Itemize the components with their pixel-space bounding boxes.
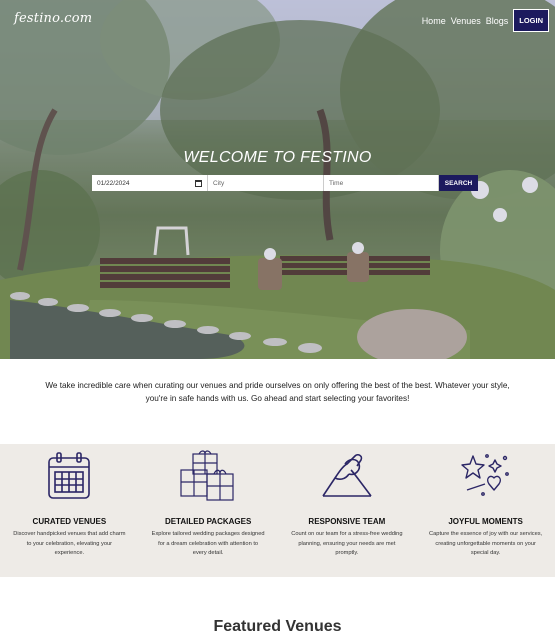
feature-responsive-team: RESPONSIVE TEAM Count on our team for a … — [278, 444, 417, 577]
feature-description: Count on our team for a stress-free wedd… — [291, 531, 403, 556]
time-input[interactable]: Time — [324, 175, 439, 191]
nav-link-blogs[interactable]: Blogs — [486, 16, 509, 26]
city-input[interactable]: City — [208, 175, 324, 191]
search-bar: 01/22/2024 City Time SEARCH — [92, 175, 478, 191]
feature-title: DETAILED PACKAGES — [164, 517, 252, 526]
gift-boxes-icon — [180, 450, 234, 501]
calendar-icon — [48, 452, 91, 499]
hero-title: WELCOME TO FESTINO — [183, 149, 372, 166]
intro-text: We take incredible care when curating ou… — [45, 381, 510, 403]
feature-title: RESPONSIVE TEAM — [308, 517, 386, 526]
search-button[interactable]: SEARCH — [439, 175, 478, 191]
feature-detailed-packages: DETAILED PACKAGES Explore tailored weddi… — [139, 444, 278, 577]
login-button[interactable]: LOGIN — [513, 9, 549, 32]
site-logo[interactable]: festino.com — [14, 11, 92, 26]
feature-title: JOYFUL MOMENTS — [448, 517, 523, 526]
feature-description: Capture the essence of joy with our serv… — [429, 531, 543, 556]
nav-link-venues[interactable]: Venues — [451, 16, 481, 26]
calendar-picker-icon[interactable] — [195, 179, 202, 187]
features-section: CURATED VENUES Discover handpicked venue… — [0, 444, 555, 577]
handshake-icon — [322, 453, 372, 497]
date-value: 01/22/2024 — [97, 179, 130, 187]
featured-venues-heading: Featured Venues — [213, 618, 342, 635]
top-nav: Home Venues Blogs LOGIN — [422, 9, 549, 32]
feature-curated-venues: CURATED VENUES Discover handpicked venue… — [0, 444, 139, 577]
nav-link-home[interactable]: Home — [422, 16, 446, 26]
feature-title: CURATED VENUES — [32, 517, 107, 526]
feature-description: Discover handpicked venues that add char… — [13, 531, 126, 556]
hero-banner: festino.com Home Venues Blogs LOGIN WELC… — [0, 0, 555, 359]
feature-description: Explore tailored wedding packages design… — [151, 531, 265, 556]
sparkle-heart-icon — [460, 454, 509, 496]
feature-joyful-moments: JOYFUL MOMENTS Capture the essence of jo… — [416, 444, 555, 577]
date-input[interactable]: 01/22/2024 — [92, 175, 208, 191]
